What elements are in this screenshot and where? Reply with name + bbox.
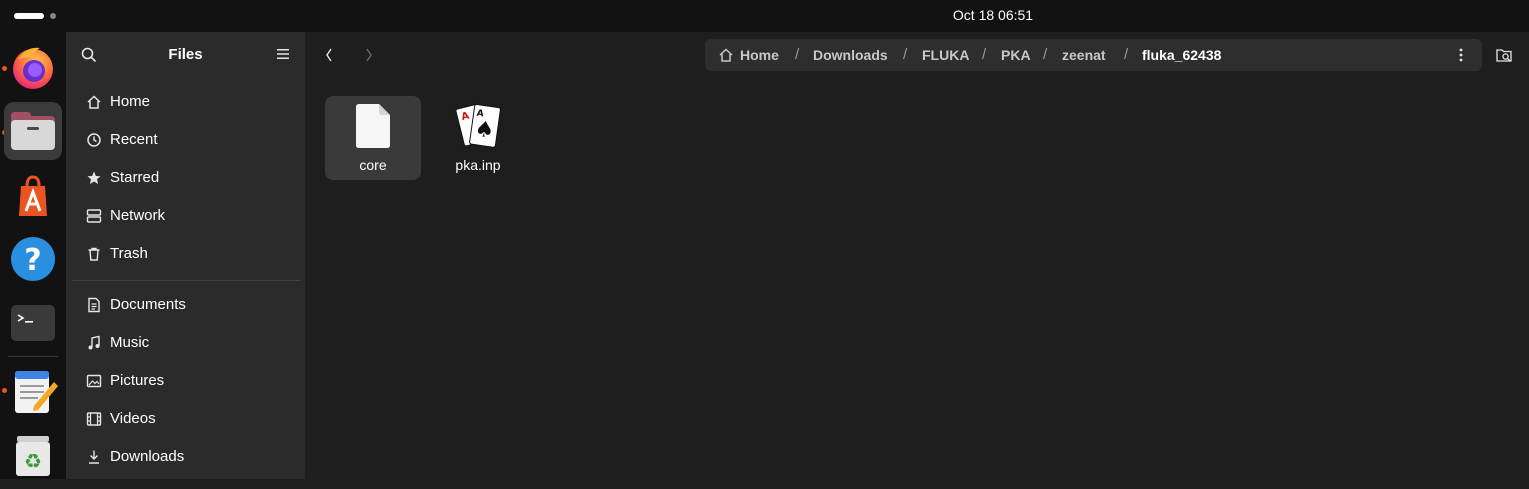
sidebar-item-label: Network [110,207,166,224]
forward-icon[interactable] [364,47,374,63]
breadcrumb-current[interactable]: fluka_62438 [1142,47,1221,63]
playing-cards-icon: A A ♠ [455,103,501,148]
dock-separator [8,356,58,357]
back-icon[interactable] [324,47,334,63]
svg-text:♠: ♠ [473,117,496,145]
sidebar-item-network[interactable]: Network [72,198,300,234]
file-item-core[interactable]: core [325,96,421,180]
blank-file-icon [356,104,390,148]
dock: ? ♻ [0,32,66,479]
sidebar-item-label: Pictures [110,372,165,389]
sidebar-item-recent[interactable]: Recent [72,122,300,158]
sidebar-item-label: Recent [110,131,158,148]
sidebar-item-label: Downloads [110,448,185,465]
file-name: core [359,157,387,173]
dock-help[interactable]: ? [4,230,62,288]
sidebar-item-pictures[interactable]: Pictures [72,363,300,399]
breadcrumb-zeenat[interactable]: zeenat [1062,47,1106,63]
network-icon [86,209,102,223]
download-icon [89,450,99,464]
dock-text-editor[interactable] [4,362,62,420]
path-bar: Home / Downloads / FLUKA / PKA / zeenat … [705,39,1482,71]
file-view: Home / Downloads / FLUKA / PKA / zeenat … [305,32,1529,479]
breadcrumb-separator: / [1124,46,1129,63]
sidebar-separator [72,280,300,281]
sidebar-item-label: Trash [110,245,148,262]
more-options-icon[interactable] [1458,48,1464,62]
video-icon [86,412,102,426]
trash-icon [88,247,100,261]
home-icon [87,95,101,109]
file-item-pka-inp[interactable]: A A ♠ pka.inp [430,96,526,180]
svg-text:?: ? [24,243,41,278]
sidebar-item-documents[interactable]: Documents [72,287,300,323]
sidebar-item-label: Home [110,93,151,110]
app-center-icon [19,175,47,216]
breadcrumb-home[interactable]: Home [740,47,779,63]
firefox-icon [13,47,53,89]
trash-icon: ♻ [16,436,50,476]
svg-text:♻: ♻ [24,449,42,473]
text-editor-icon [15,371,58,413]
search-folder-icon[interactable] [1496,47,1514,63]
sidebar-title: Files [168,46,203,63]
terminal-icon [11,305,55,341]
dock-files[interactable] [4,102,62,160]
dock-trash[interactable]: ♻ [4,426,62,484]
dock-firefox[interactable] [4,38,62,96]
home-icon [719,48,733,62]
sidebar-item-trash[interactable]: Trash [72,236,300,272]
breadcrumb-pka[interactable]: PKA [1001,47,1031,63]
menu-icon[interactable] [277,48,289,60]
document-icon [88,297,100,313]
sidebar-item-label: Music [110,334,150,351]
sidebar-item-music[interactable]: Music [72,325,300,361]
clock[interactable]: Oct 18 06:51 [0,7,1529,23]
help-icon: ? [11,237,55,281]
dock-app-center[interactable] [4,166,62,224]
top-bar: Oct 18 06:51 [0,0,1529,32]
file-name: pka.inp [455,157,501,173]
breadcrumb-downloads[interactable]: Downloads [813,47,888,63]
breadcrumb-separator: / [903,46,908,63]
files-icon [11,112,55,150]
sidebar-item-label: Starred [110,169,160,186]
picture-icon [86,374,102,388]
music-icon [88,335,100,350]
sidebar: Files Home Recent Starred Network Trash … [66,32,305,479]
sidebar-item-starred[interactable]: Starred [72,160,300,196]
sidebar-item-downloads[interactable]: Downloads [72,439,300,475]
breadcrumb-separator: / [1043,46,1048,63]
sidebar-header: Files [66,32,305,78]
breadcrumb-separator: / [982,46,987,63]
sidebar-item-label: Videos [110,410,156,427]
clock-icon [87,133,101,147]
breadcrumb-separator: / [795,46,800,63]
star-icon [87,171,101,184]
sidebar-item-videos[interactable]: Videos [72,401,300,437]
sidebar-item-home[interactable]: Home [72,84,300,120]
sidebar-item-label: Documents [110,296,186,313]
breadcrumb-fluka[interactable]: FLUKA [922,47,969,63]
dock-terminal[interactable] [4,294,62,352]
